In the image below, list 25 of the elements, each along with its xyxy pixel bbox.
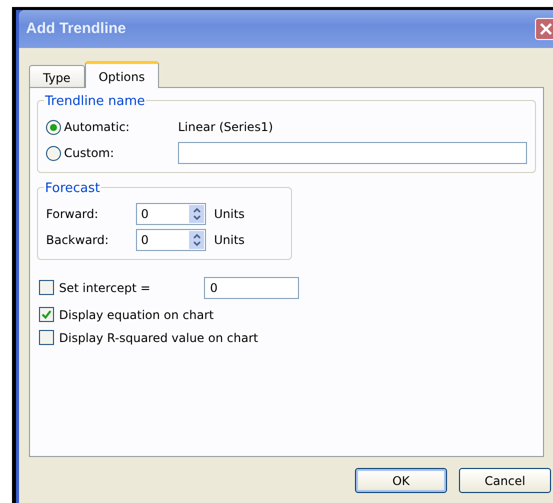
- name-value: Linear (Series1): [178, 119, 274, 136]
- checkbox[interactable]: [39, 307, 54, 322]
- dialog-button[interactable]: OK: [355, 468, 447, 493]
- spin-button[interactable]: [188, 229, 206, 251]
- unit-label: Units: [214, 232, 245, 249]
- field-label: Forward:: [46, 206, 100, 223]
- radio-button[interactable]: [46, 146, 61, 160]
- field-label: Backward:: [46, 232, 110, 249]
- close-button[interactable]: [535, 18, 553, 40]
- checkbox-label: Display equation on chart: [59, 306, 214, 324]
- spin-button[interactable]: [188, 203, 206, 225]
- checkbox[interactable]: [39, 330, 54, 345]
- dialog-button[interactable]: Cancel: [459, 468, 551, 493]
- tab[interactable]: Type: [29, 65, 85, 87]
- checkbox-label: Display R-squared value on chart: [59, 330, 258, 346]
- checkbox-label: Set intercept =: [59, 280, 152, 296]
- checkbox[interactable]: [39, 280, 54, 295]
- window-title: Add Trendline: [26, 18, 126, 39]
- radio-label: Custom:: [64, 145, 114, 162]
- name-field[interactable]: [178, 142, 527, 164]
- tab[interactable]: Options: [84, 61, 159, 88]
- radio-label: Automatic:: [64, 119, 130, 136]
- unit-label: Units: [214, 206, 245, 223]
- radio-button[interactable]: [46, 120, 61, 134]
- intercept-field[interactable]: 0: [204, 276, 299, 298]
